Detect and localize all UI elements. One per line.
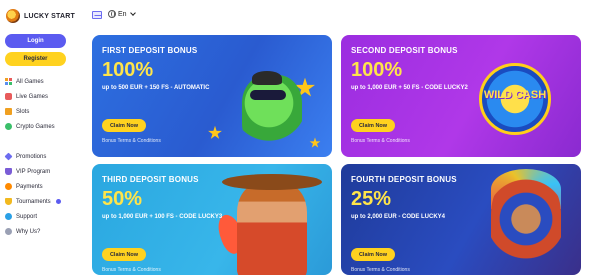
bonus-description: up to 500 EUR + 150 FS - AUTOMATIC (102, 85, 210, 91)
login-button[interactable]: Login (5, 34, 66, 48)
claim-now-button[interactable]: Claim Now (351, 248, 395, 261)
bonus-terms-link[interactable]: Bonus Terms & Conditions (351, 267, 410, 273)
bonus-terms-link[interactable]: Bonus Terms & Conditions (102, 267, 161, 273)
bonus-percent: 100% (351, 59, 403, 81)
cowboy-hat-illustration (222, 174, 322, 190)
support-icon (5, 213, 12, 220)
bonus-percent: 50% (102, 188, 143, 210)
games-nav: All Games Live Games Slots Crypto Games (5, 74, 55, 134)
frog-mascot-illustration (242, 75, 302, 145)
bonus-percent: 100% (102, 59, 154, 81)
hat-illustration (252, 71, 282, 85)
sidebar-item-label: Promotions (16, 153, 47, 160)
sidebar-item-vip-program[interactable]: VIP Program (5, 164, 61, 179)
bonus-title: FOURTH DEPOSIT BONUS (351, 175, 457, 184)
claim-now-button[interactable]: Claim Now (351, 119, 395, 132)
sidebar-item-label: Tournaments (16, 198, 51, 205)
bonus-percent: 25% (351, 188, 392, 210)
brand-name: LUCKY START (24, 12, 75, 20)
sidebar-item-crypto-games[interactable]: Crypto Games (5, 119, 55, 134)
sidebar-item-live-games[interactable]: Live Games (5, 89, 55, 104)
star-decoration (309, 137, 321, 148)
bonus-card-second-deposit: WILD CASH SECOND DEPOSIT BONUS 100% up t… (341, 35, 581, 157)
chevron-down-icon (129, 10, 136, 16)
tournament-badge-icon (55, 199, 61, 204)
wild-cash-logo-text: WILD CASH (483, 89, 547, 101)
sidebar-item-all-games[interactable]: All Games (5, 74, 55, 89)
sidebar: Login Register All Games Live Games Slot… (0, 30, 76, 275)
register-button[interactable]: Register (5, 52, 66, 66)
globe-icon (108, 10, 116, 18)
crypto-icon (5, 123, 12, 130)
sidebar-item-support[interactable]: Support (5, 209, 61, 224)
language-label: En (118, 10, 127, 18)
bonus-title: SECOND DEPOSIT BONUS (351, 46, 458, 55)
claim-now-button[interactable]: Claim Now (102, 248, 146, 261)
sidebar-item-tournaments[interactable]: Tournaments (5, 194, 61, 209)
info-icon (5, 228, 12, 235)
sidebar-item-label: Slots (16, 108, 30, 115)
bonus-title: THIRD DEPOSIT BONUS (102, 175, 199, 184)
bonus-terms-link[interactable]: Bonus Terms & Conditions (351, 138, 410, 144)
payments-icon (5, 183, 12, 190)
sidebar-item-promotions[interactable]: Promotions (4, 149, 61, 164)
vip-icon (5, 168, 12, 175)
warrior-character-illustration (491, 174, 561, 274)
grid-icon (5, 78, 12, 85)
sidebar-item-label: Support (16, 213, 38, 220)
top-bar: LUCKY START En (0, 0, 600, 30)
bonus-description: up to 1,000 EUR + 100 FS - CODE LUCKY3 (102, 214, 223, 220)
live-icon (5, 93, 12, 100)
language-selector[interactable]: En (108, 10, 136, 18)
sidebar-item-label: Payments (16, 183, 43, 190)
main-nav: Promotions VIP Program Payments Tourname… (4, 149, 61, 239)
bonus-title: FIRST DEPOSIT BONUS (102, 46, 198, 55)
trophy-icon (5, 198, 12, 205)
sidebar-item-payments[interactable]: Payments (5, 179, 61, 194)
sidebar-item-why-us[interactable]: Why Us? (5, 224, 61, 239)
bonus-card-first-deposit: FIRST DEPOSIT BONUS 100% up to 500 EUR +… (92, 35, 332, 157)
bonus-terms-link[interactable]: Bonus Terms & Conditions (102, 138, 161, 144)
sidebar-item-slots[interactable]: Slots (5, 104, 55, 119)
claim-now-button[interactable]: Claim Now (102, 119, 146, 132)
sidebar-item-label: Crypto Games (16, 123, 55, 130)
promotions-icon (4, 152, 13, 161)
mail-icon[interactable] (92, 11, 102, 19)
bonus-card-fourth-deposit: FOURTH DEPOSIT BONUS 25% up to 2,000 EUR… (341, 164, 581, 275)
sidebar-item-label: All Games (16, 78, 44, 85)
sidebar-item-label: Live Games (16, 93, 49, 100)
bonus-description: up to 2,000 EUR - CODE LUCKY4 (351, 214, 446, 220)
bonus-card-third-deposit: THIRD DEPOSIT BONUS 50% up to 1,000 EUR … (92, 164, 332, 275)
slots-icon (5, 108, 12, 115)
glasses-illustration (250, 90, 286, 100)
sidebar-item-label: VIP Program (16, 168, 51, 175)
star-decoration (208, 125, 222, 139)
sidebar-item-label: Why Us? (16, 228, 41, 235)
logo-icon (6, 9, 20, 23)
brand-logo[interactable]: LUCKY START (6, 9, 75, 23)
fisherman-character-illustration (237, 184, 307, 275)
bonus-description: up to 1,000 EUR + 50 FS - CODE LUCKY2 (351, 85, 468, 91)
